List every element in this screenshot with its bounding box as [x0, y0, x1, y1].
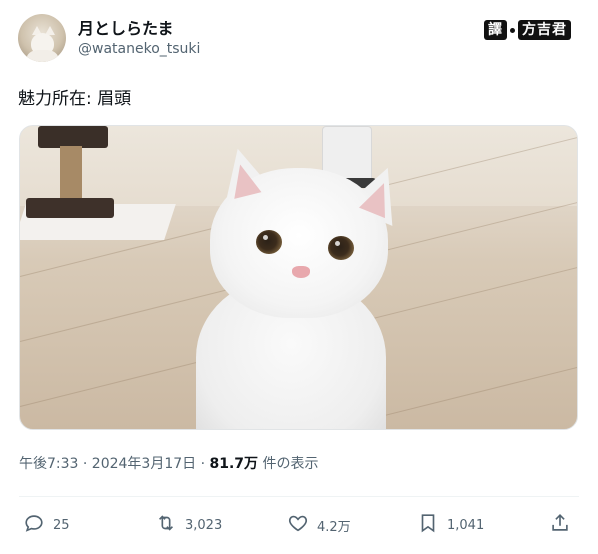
photo-cat-eye-right [328, 236, 354, 260]
share-button[interactable] [549, 508, 571, 542]
tweet-meta: 午後7:33 · 2024年3月17日 · 81.7万 件の表示 [19, 453, 319, 473]
tweet-timestamp[interactable]: 午後7:33 · 2024年3月17日 · [19, 456, 210, 472]
tweet-text: 魅力所在: 眉頭 [18, 89, 132, 109]
like-count: 4.2万 [317, 519, 351, 535]
reply-button[interactable]: 25 [23, 508, 70, 542]
tweet-photo[interactable] [19, 125, 578, 430]
views-label: 件の表示 [258, 456, 319, 472]
photo-cat-nose [292, 266, 310, 278]
views-count: 81.7万 [209, 456, 259, 472]
action-bar: 25 3,023 4.2万 1,041 [19, 508, 579, 542]
avatar-cat-body [27, 50, 58, 62]
photo-cat-tree-base [26, 198, 114, 218]
bookmark-icon [417, 512, 439, 538]
translator-watermark: 譯 方吉君 [484, 20, 571, 40]
avatar[interactable] [18, 14, 66, 62]
like-icon [287, 512, 309, 538]
like-button[interactable]: 4.2万 [287, 508, 351, 542]
retweet-count: 3,023 [185, 517, 223, 533]
divider [19, 496, 579, 497]
display-name[interactable]: 月としらたま [78, 15, 174, 39]
photo-cat-tree-post [60, 146, 82, 206]
watermark-author: 方吉君 [518, 20, 571, 40]
reply-icon [23, 512, 45, 538]
photo-cat-eye-left [256, 230, 282, 254]
reply-count: 25 [53, 517, 70, 533]
watermark-dot [510, 27, 515, 33]
bookmark-button[interactable]: 1,041 [417, 508, 484, 542]
retweet-icon [155, 512, 177, 538]
retweet-button[interactable]: 3,023 [155, 508, 222, 542]
photo-cat-tree-top [38, 126, 108, 148]
watermark-translate-label: 譯 [484, 20, 507, 40]
user-handle[interactable]: @wataneko_tsuki [78, 41, 200, 57]
share-icon [549, 512, 571, 538]
bookmark-count: 1,041 [447, 517, 485, 533]
